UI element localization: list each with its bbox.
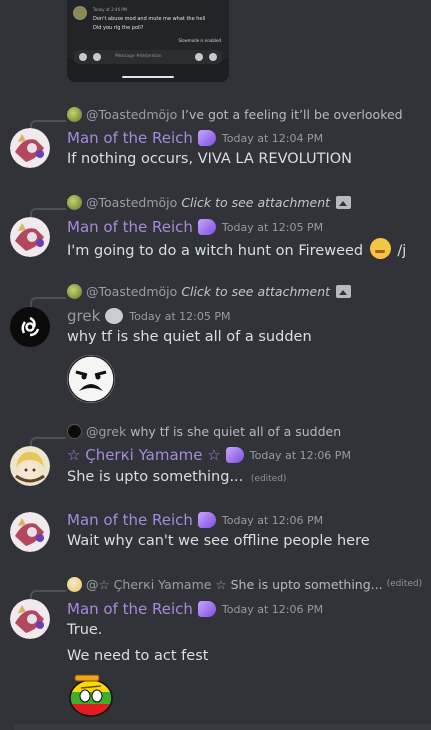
reply-text[interactable]: Click to see attachment bbox=[181, 284, 330, 299]
message-header: grek Today at 12:05 PM bbox=[67, 307, 230, 325]
message-content: She is upto something... (edited) bbox=[67, 469, 286, 485]
reply-username[interactable]: @☆ Çherкі Yamame ☆ bbox=[86, 577, 227, 592]
username[interactable]: Man of the Reich bbox=[67, 511, 193, 529]
message-content: True. bbox=[67, 622, 103, 638]
message-input-edge bbox=[14, 724, 431, 730]
emoji-icon bbox=[195, 53, 203, 61]
edited-label: (edited) bbox=[250, 474, 287, 484]
avatar[interactable] bbox=[10, 217, 50, 257]
timestamp: Today at 12:05 PM bbox=[129, 309, 231, 323]
avatar[interactable] bbox=[10, 307, 50, 347]
plus-icon bbox=[79, 53, 87, 61]
embedded-message-line: Did you rig the poll? bbox=[93, 25, 144, 31]
reply-text: why tf is she quiet all of a sudden bbox=[130, 423, 342, 439]
microphone-icon bbox=[209, 53, 217, 61]
embedded-message-line: Don't abuse mod and mute me what the hel… bbox=[93, 16, 206, 22]
reply-username[interactable]: @grek bbox=[86, 424, 126, 439]
pensive-emoji-icon bbox=[369, 238, 391, 259]
message-text: /j bbox=[397, 243, 407, 259]
role-badge-icon bbox=[197, 219, 216, 235]
role-badge-icon bbox=[197, 512, 216, 528]
message-content: why tf is she quiet all of a sudden bbox=[67, 329, 312, 345]
timestamp: Today at 12:05 PM bbox=[221, 220, 324, 234]
reply-avatar bbox=[67, 423, 82, 439]
role-badge-icon bbox=[197, 601, 216, 617]
role-badge-icon bbox=[197, 130, 216, 146]
gift-icon bbox=[93, 53, 101, 61]
reply-text[interactable]: Click to see attachment bbox=[181, 195, 330, 210]
message-header: Man of the Reich Today at 12:05 PM bbox=[67, 218, 323, 236]
avatar[interactable] bbox=[10, 512, 50, 552]
reply-username[interactable]: @Toastedmöjo bbox=[86, 284, 177, 299]
avatar[interactable] bbox=[10, 446, 50, 486]
message-header: Man of the Reich Today at 12:04 PM bbox=[67, 129, 323, 147]
reply-reference[interactable]: @Toastedmöjo Click to see attachment bbox=[67, 194, 352, 210]
username[interactable]: Man of the Reich bbox=[67, 600, 193, 618]
reply-reference[interactable]: @☆ Çherкі Yamame ☆ She is upto something… bbox=[67, 576, 422, 592]
reply-reference[interactable]: @grek why tf is she quiet all of a sudde… bbox=[67, 423, 341, 439]
edited-label: (edited) bbox=[386, 579, 423, 589]
reply-username[interactable]: @Toastedmöjo bbox=[86, 195, 177, 210]
image-icon bbox=[336, 195, 352, 209]
message-header: Man of the Reich Today at 12:06 PM bbox=[67, 600, 323, 618]
message-header: ☆ Çherкі Yamame ☆ Today at 12:06 PM bbox=[67, 446, 351, 464]
message-header: Man of the Reich Today at 12:06 PM bbox=[67, 511, 323, 529]
message-text: I'm going to do a witch hunt on Fireweed bbox=[67, 243, 364, 259]
reply-avatar bbox=[67, 106, 82, 122]
username[interactable]: ☆ Çherкі Yamame ☆ bbox=[67, 446, 221, 464]
username[interactable]: grek bbox=[67, 307, 100, 325]
reply-avatar bbox=[67, 576, 82, 592]
home-indicator bbox=[122, 76, 174, 78]
message-content: We need to act fest bbox=[67, 648, 209, 664]
reply-avatar bbox=[67, 283, 82, 299]
timestamp: Today at 12:06 PM bbox=[221, 513, 324, 527]
countryball-sticker[interactable] bbox=[67, 672, 115, 718]
meme-face-sticker[interactable] bbox=[67, 355, 115, 403]
timestamp: Today at 12:06 PM bbox=[221, 602, 324, 616]
role-badge-icon bbox=[225, 447, 244, 463]
embedded-avatar bbox=[73, 6, 87, 20]
reply-avatar bbox=[67, 194, 82, 210]
timestamp: Today at 12:04 PM bbox=[221, 131, 324, 145]
embedded-slowmode-notice: Slowmode is enabled bbox=[178, 38, 221, 43]
message-text: She is upto something... bbox=[67, 469, 244, 485]
message-content: Wait why can't we see offline people her… bbox=[67, 533, 370, 549]
timestamp: Today at 12:06 PM bbox=[249, 448, 351, 462]
embedded-placeholder: Message #detention bbox=[115, 54, 162, 59]
grek-badge-icon bbox=[105, 308, 124, 324]
reply-reference[interactable]: @Toastedmöjo I’ve got a feeling it’ll be… bbox=[67, 106, 403, 122]
username[interactable]: Man of the Reich bbox=[67, 129, 193, 147]
reply-text: I’ve got a feeling it’ll be overlooked bbox=[181, 106, 403, 122]
image-icon bbox=[336, 284, 352, 298]
avatar[interactable] bbox=[10, 128, 50, 168]
reply-username[interactable]: @Toastedmöjo bbox=[86, 107, 177, 122]
username[interactable]: Man of the Reich bbox=[67, 218, 193, 236]
message-content: I'm going to do a witch hunt on Fireweed… bbox=[67, 238, 406, 259]
reply-reference[interactable]: @Toastedmöjo Click to see attachment bbox=[67, 283, 352, 299]
embedded-timestamp: Today at 2:46 PM bbox=[93, 7, 128, 12]
reply-text: She is upto something... bbox=[230, 576, 383, 592]
attachment-image[interactable]: Today at 2:46 PM Don't abuse mod and mut… bbox=[67, 0, 229, 82]
message-content: If nothing occurs, VIVA LA REVOLUTION bbox=[67, 151, 353, 167]
embedded-message-bar: Message #detention bbox=[73, 50, 223, 64]
avatar[interactable] bbox=[10, 599, 50, 639]
